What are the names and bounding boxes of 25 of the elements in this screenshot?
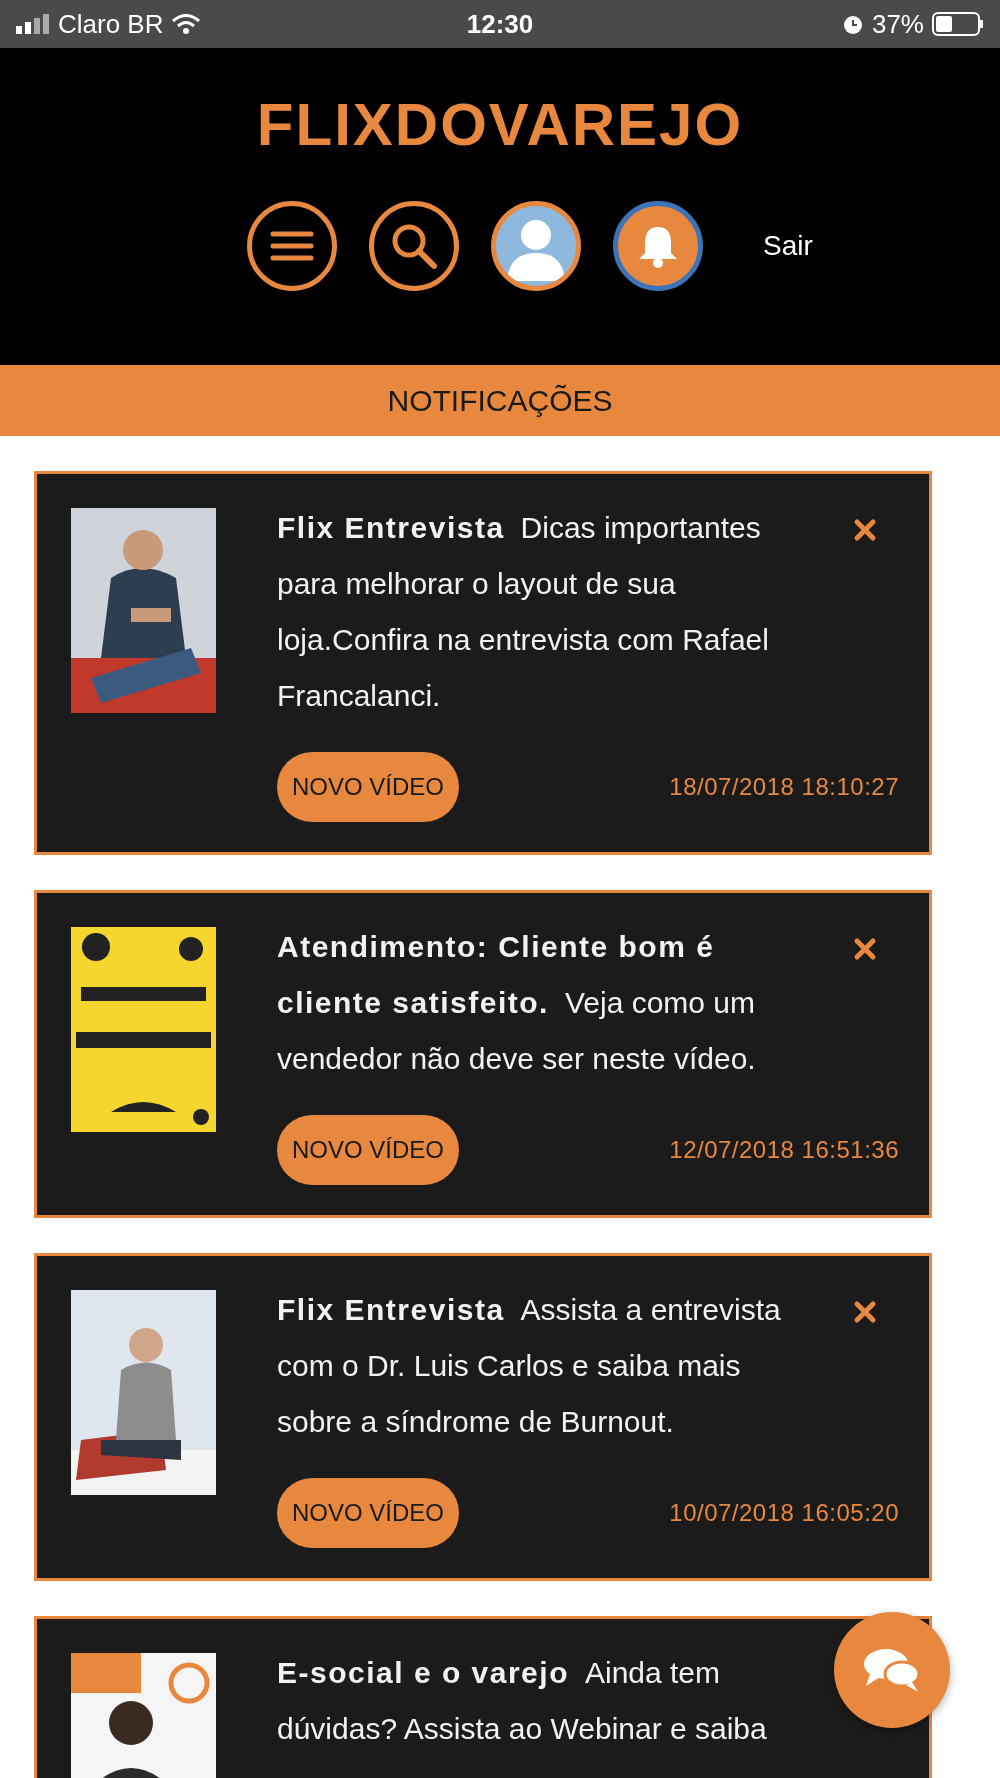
logo: FLIXDOVAREJO	[256, 90, 744, 159]
signal-icon	[16, 14, 50, 34]
notification-text: Atendimento: Cliente bom é cliente satisfeito. Veja como um vendedor não deve ser neste vídeo.	[277, 929, 757, 1077]
battery-percent: 37%	[871, 8, 924, 40]
notification-text: E-social e o varejo Ainda tem dúvidas? Assista ao Webinar e saiba	[277, 1655, 768, 1747]
close-icon[interactable]	[853, 937, 877, 961]
notification-date: 12/07/2018 16:51:36	[669, 1136, 899, 1164]
notification-date: 18/07/2018 18:10:27	[669, 773, 899, 801]
menu-icon	[270, 230, 315, 262]
close-icon[interactable]	[853, 1300, 877, 1324]
close-icon[interactable]	[853, 518, 877, 542]
alarm-icon	[841, 13, 864, 35]
new-video-tag[interactable]: NOVO VÍDEO	[277, 752, 460, 822]
search-icon	[390, 222, 439, 270]
new-video-tag[interactable]: NOVO VÍDEO	[277, 1115, 460, 1185]
wifi-icon	[171, 13, 202, 35]
notification-text: Flix Entrevista Assista a entrevista com o Dr. Luis Carlos e saiba mais sobre a síndrome de Burnout.	[277, 1292, 782, 1440]
carrier-name: Claro BR	[58, 8, 164, 40]
battery-icon	[932, 12, 984, 36]
notification-text: Flix Entrevista Dicas importantes para melhorar o layout de sua loja.Confira na entrevista com Rafael Francalanci.	[277, 510, 770, 714]
new-video-tag[interactable]: NOVO VÍDEO	[277, 1478, 460, 1548]
logout-link[interactable]: Sair	[763, 230, 813, 262]
section-title-bar: NOTIFICAÇÕES	[0, 365, 1000, 436]
clock-time: 12:30	[466, 8, 534, 40]
notification-date: 10/07/2018 16:05:20	[669, 1499, 899, 1527]
